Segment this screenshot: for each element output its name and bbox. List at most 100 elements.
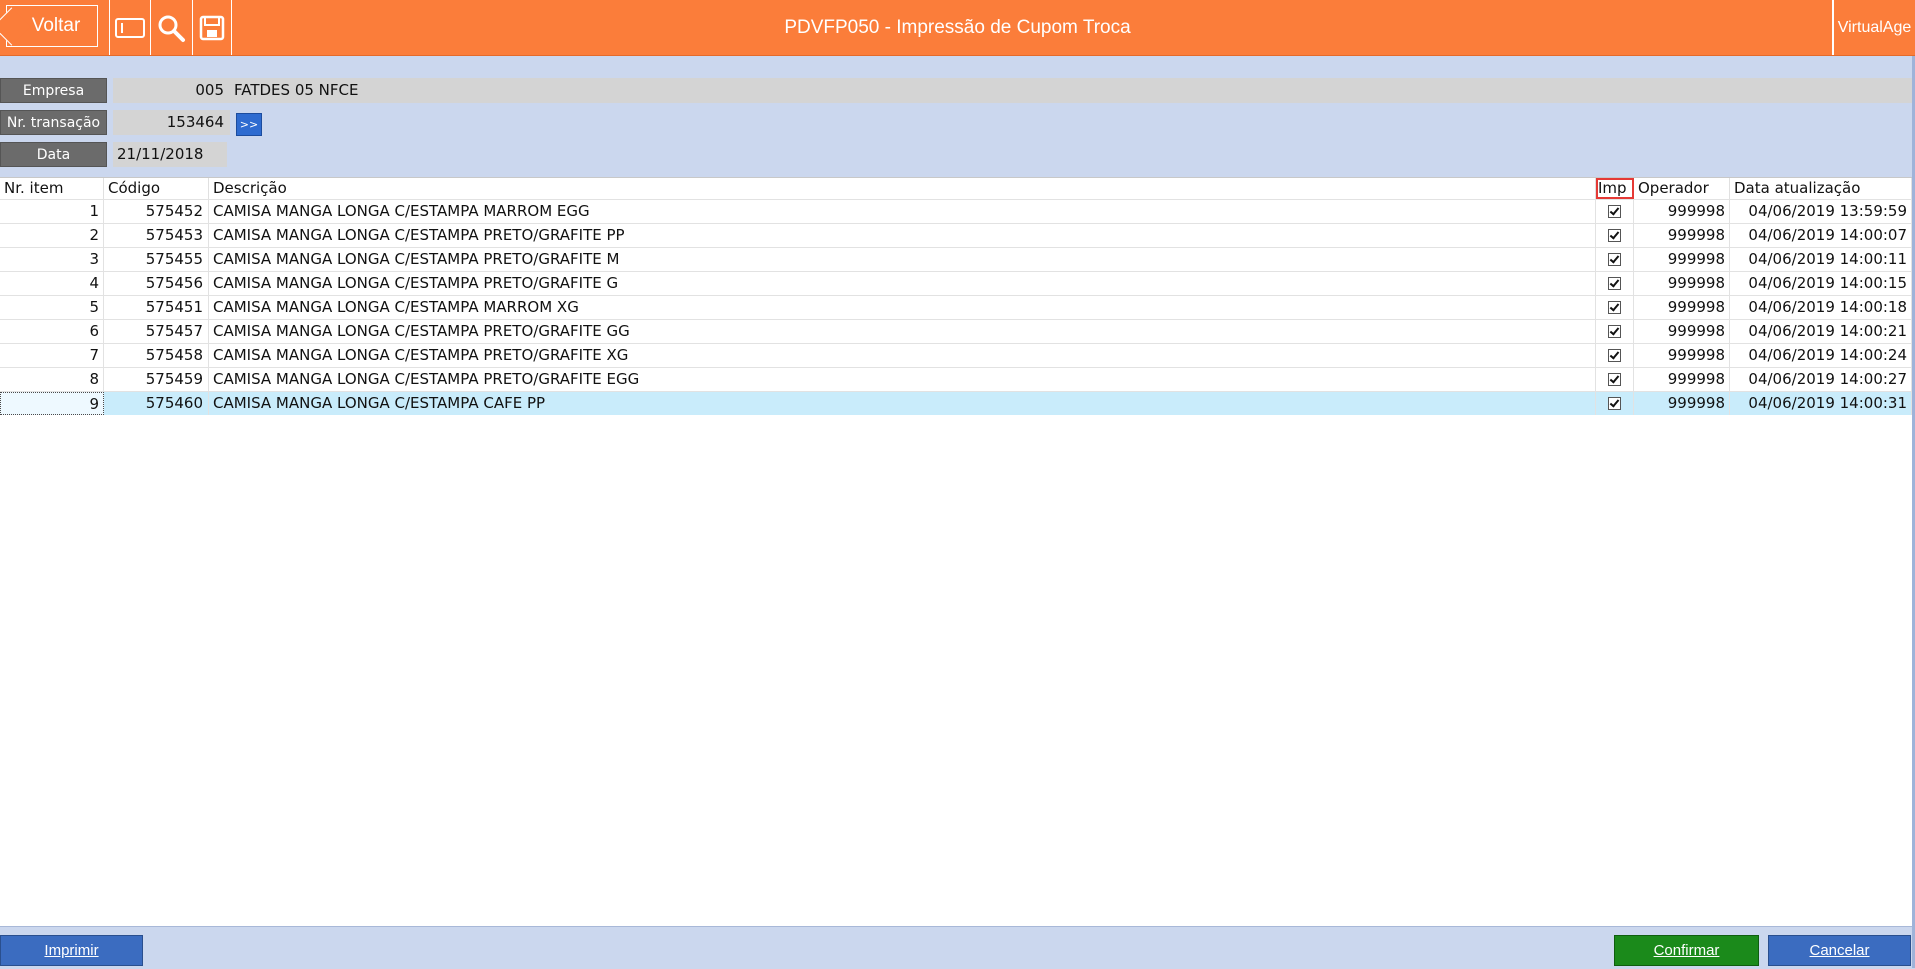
search-icon (158, 15, 185, 42)
cell-data: 04/06/2019 14:00:11 (1730, 248, 1912, 271)
cell-item: 6 (0, 320, 104, 343)
imp-checkbox[interactable] (1608, 325, 1621, 338)
empresa-name-field: FATDES 05 NFCE (230, 78, 1915, 103)
cell-descricao: CAMISA MANGA LONGA C/ESTAMPA MARROM EGG (209, 200, 1596, 223)
table-row[interactable]: 2 575453 CAMISA MANGA LONGA C/ESTAMPA PRET… (0, 223, 1912, 247)
cell-codigo: 575456 (104, 272, 209, 295)
column-header-item[interactable]: Nr. item (0, 178, 104, 199)
filter-form (0, 56, 1915, 177)
imp-checkbox[interactable] (1608, 277, 1621, 290)
cell-item: 2 (0, 224, 104, 247)
cell-item: 7 (0, 344, 104, 367)
table-row[interactable]: 4 575456 CAMISA MANGA LONGA C/ESTAMPA PRET… (0, 271, 1912, 295)
print-button[interactable]: Imprimir (0, 935, 143, 966)
cell-item: 1 (0, 200, 104, 223)
brand-logo: VirtualAge (1832, 0, 1915, 55)
column-header-imp[interactable]: Imp (1596, 178, 1634, 199)
column-header-data[interactable]: Data atualização (1730, 178, 1912, 199)
toolbar-header: Voltar PDVFP050 - Impressão de Cupom Tro… (0, 0, 1915, 56)
cell-codigo: 575455 (104, 248, 209, 271)
confirm-button[interactable]: Confirmar (1614, 935, 1759, 966)
table-row[interactable]: 5 575451 CAMISA MANGA LONGA C/ESTAMPA MARR… (0, 295, 1912, 319)
cell-data: 04/06/2019 14:00:31 (1730, 392, 1912, 415)
column-header-operador[interactable]: Operador (1634, 178, 1730, 199)
cell-codigo: 575452 (104, 200, 209, 223)
cell-operador: 999998 (1634, 344, 1730, 367)
cell-data: 04/06/2019 14:00:21 (1730, 320, 1912, 343)
imp-checkbox[interactable] (1608, 397, 1621, 410)
cell-imp (1596, 368, 1634, 391)
transacao-field[interactable]: 153464 (113, 110, 230, 135)
cell-item: 3 (0, 248, 104, 271)
data-field[interactable]: 21/11/2018 (113, 142, 227, 167)
cell-operador: 999998 (1634, 392, 1730, 415)
cell-data: 04/06/2019 14:00:15 (1730, 272, 1912, 295)
cell-item: 5 (0, 296, 104, 319)
cell-codigo: 575451 (104, 296, 209, 319)
cell-imp (1596, 224, 1634, 247)
cell-data: 04/06/2019 14:00:24 (1730, 344, 1912, 367)
imp-checkbox[interactable] (1608, 349, 1621, 362)
back-button[interactable]: Voltar (0, 5, 98, 47)
cell-descricao: CAMISA MANGA LONGA C/ESTAMPA PRETO/GRAFI… (209, 344, 1596, 367)
empresa-label: Empresa (0, 78, 107, 103)
imp-checkbox[interactable] (1608, 229, 1621, 242)
cell-imp (1596, 392, 1634, 415)
empresa-code-field[interactable]: 005 (113, 78, 230, 103)
cell-codigo: 575460 (104, 392, 209, 415)
column-header-descricao[interactable]: Descrição (209, 178, 1596, 199)
lookup-button[interactable]: >> (236, 113, 262, 136)
cell-data: 04/06/2019 13:59:59 (1730, 200, 1912, 223)
page-title: PDVFP050 - Impressão de Cupom Troca (784, 17, 1131, 38)
cell-data: 04/06/2019 14:00:18 (1730, 296, 1912, 319)
imp-checkbox[interactable] (1608, 373, 1621, 386)
items-table: Nr. item Código Descrição Imp Operador D… (0, 177, 1912, 415)
cell-codigo: 575459 (104, 368, 209, 391)
table-row[interactable]: 8 575459 CAMISA MANGA LONGA C/ESTAMPA PRET… (0, 367, 1912, 391)
cell-operador: 999998 (1634, 296, 1730, 319)
cell-codigo: 575453 (104, 224, 209, 247)
cell-descricao: CAMISA MANGA LONGA C/ESTAMPA PRETO/GRAFI… (209, 248, 1596, 271)
cell-data: 04/06/2019 14:00:27 (1730, 368, 1912, 391)
cell-operador: 999998 (1634, 248, 1730, 271)
cell-imp (1596, 344, 1634, 367)
cell-descricao: CAMISA MANGA LONGA C/ESTAMPA PRETO/GRAFI… (209, 272, 1596, 295)
search-tool-button[interactable] (150, 0, 190, 55)
data-label: Data (0, 142, 107, 167)
cell-operador: 999998 (1634, 368, 1730, 391)
cell-codigo: 575458 (104, 344, 209, 367)
cell-descricao: CAMISA MANGA LONGA C/ESTAMPA PRETO/GRAFI… (209, 368, 1596, 391)
cancel-button[interactable]: Cancelar (1768, 935, 1911, 966)
table-body: 1 575452 CAMISA MANGA LONGA C/ESTAMPA MARR… (0, 199, 1912, 415)
cell-operador: 999998 (1634, 320, 1730, 343)
table-row[interactable]: 1 575452 CAMISA MANGA LONGA C/ESTAMPA MARR… (0, 199, 1912, 223)
cell-imp (1596, 296, 1634, 319)
table-header: Nr. item Código Descrição Imp Operador D… (0, 178, 1912, 199)
imp-checkbox[interactable] (1608, 253, 1621, 266)
imp-checkbox[interactable] (1608, 205, 1621, 218)
imp-checkbox[interactable] (1608, 301, 1621, 314)
cell-descricao: CAMISA MANGA LONGA C/ESTAMPA MARROM XG (209, 296, 1596, 319)
cell-data: 04/06/2019 14:00:07 (1730, 224, 1912, 247)
table-row[interactable]: 7 575458 CAMISA MANGA LONGA C/ESTAMPA PRET… (0, 343, 1912, 367)
transacao-label: Nr. transação (0, 110, 107, 135)
window-tool-button[interactable] (109, 0, 149, 55)
save-icon (199, 15, 225, 40)
cell-item: 8 (0, 368, 104, 391)
cell-item: 9 (0, 392, 104, 415)
table-row[interactable]: 6 575457 CAMISA MANGA LONGA C/ESTAMPA PRET… (0, 319, 1912, 343)
cell-descricao: CAMISA MANGA LONGA C/ESTAMPA CAFE PP (209, 392, 1596, 415)
cell-imp (1596, 248, 1634, 271)
cell-imp (1596, 320, 1634, 343)
table-row[interactable]: 3 575455 CAMISA MANGA LONGA C/ESTAMPA PRET… (0, 247, 1912, 271)
cell-descricao: CAMISA MANGA LONGA C/ESTAMPA PRETO/GRAFI… (209, 224, 1596, 247)
cell-operador: 999998 (1634, 272, 1730, 295)
cell-codigo: 575457 (104, 320, 209, 343)
save-tool-button[interactable] (192, 0, 232, 55)
table-row[interactable]: 9 575460 CAMISA MANGA LONGA C/ESTAMPA CAFE… (0, 391, 1912, 415)
cell-item: 4 (0, 272, 104, 295)
column-header-codigo[interactable]: Código (104, 178, 209, 199)
footer-bar: Imprimir Confirmar Cancelar (0, 926, 1915, 969)
cell-imp (1596, 200, 1634, 223)
cell-operador: 999998 (1634, 200, 1730, 223)
